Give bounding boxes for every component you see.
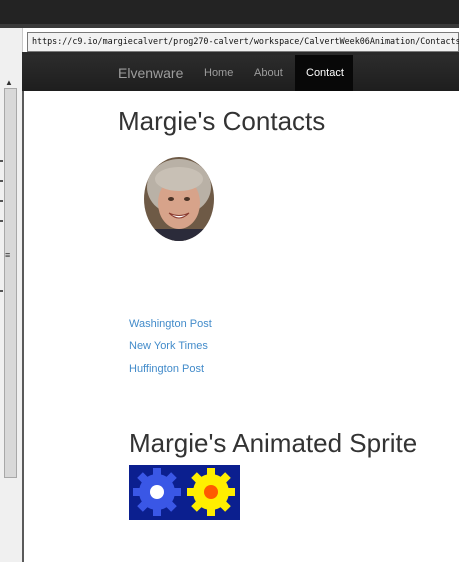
yellow-gear-icon	[187, 468, 235, 516]
margin-marker	[0, 290, 3, 292]
content-left-border	[22, 91, 24, 562]
sprite-heading: Margie's Animated Sprite	[129, 428, 418, 458]
scrollbar-grip-icon[interactable]: ≡	[5, 250, 10, 260]
address-bar-url[interactable]: https://c9.io/margiecalvert/prog270-calv…	[32, 36, 459, 46]
nav-about-link[interactable]: About	[254, 67, 283, 79]
site-navbar: Elvenware Home About Contact	[22, 55, 459, 91]
margin-marker	[0, 160, 3, 162]
page-title: Margie's Contacts	[118, 106, 326, 136]
browser-top-bar	[0, 0, 459, 28]
navbar-brand[interactable]: Elvenware	[118, 65, 183, 81]
vertical-scrollbar[interactable]	[4, 88, 17, 478]
scroll-up-arrow-icon[interactable]: ▲	[5, 78, 13, 87]
contact-photo	[144, 157, 214, 241]
margin-marker	[0, 220, 3, 222]
blue-gear-icon	[133, 468, 181, 516]
nav-contact-label: Contact	[306, 67, 344, 79]
editor-side-pane: ▲ ≡	[0, 28, 23, 562]
link-washington-post[interactable]: Washington Post	[129, 318, 212, 330]
address-bar[interactable]: https://c9.io/margiecalvert/prog270-calv…	[27, 32, 459, 52]
link-new-york-times[interactable]: New York Times	[129, 340, 208, 352]
nav-contact-link[interactable]: Contact	[295, 55, 353, 91]
link-huffington-post[interactable]: Huffington Post	[129, 363, 204, 375]
nav-home-link[interactable]: Home	[204, 67, 233, 79]
margin-marker	[0, 180, 3, 182]
animated-sprite	[129, 465, 240, 520]
margin-marker	[0, 200, 3, 202]
